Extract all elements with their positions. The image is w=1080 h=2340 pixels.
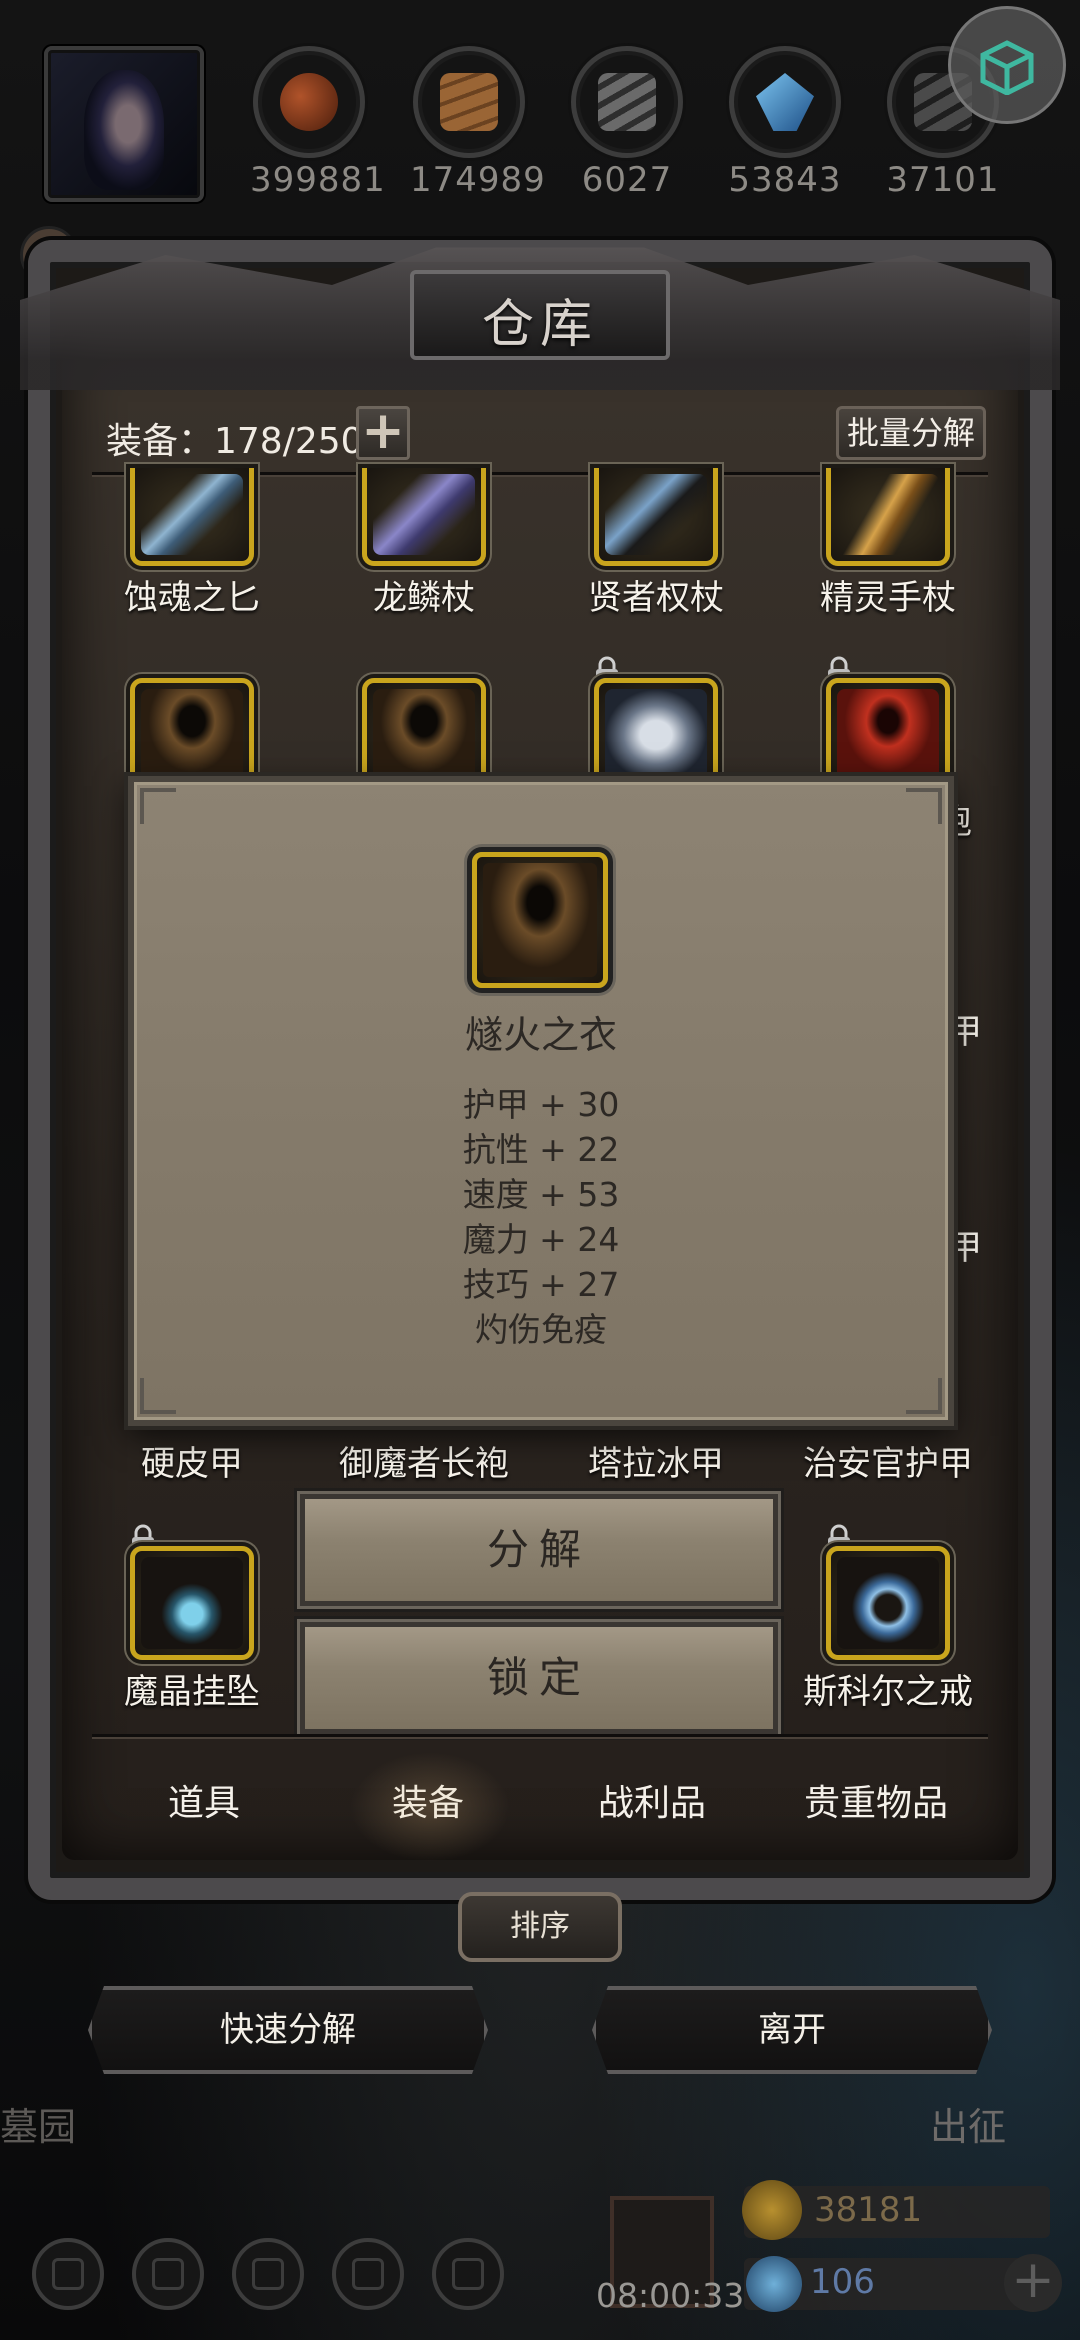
gem-value: 106 <box>810 2262 875 2302</box>
selected-item-icon <box>472 852 608 988</box>
item-slot[interactable] <box>92 678 292 792</box>
wood-icon <box>440 73 498 131</box>
resource-crystal[interactable]: 53843 <box>726 46 844 200</box>
item-name: 贤者权杖 <box>588 578 724 618</box>
settings-icon <box>32 2238 104 2310</box>
gold-value: 38181 <box>814 2190 923 2230</box>
gold-coin-icon <box>742 2180 802 2240</box>
item-slot[interactable]: 精灵手杖 <box>788 468 988 619</box>
castle-icon <box>232 2238 304 2310</box>
resource-value: 399881 <box>250 160 386 200</box>
item-slot[interactable]: 魔晶挂坠 <box>92 1524 292 1713</box>
item-slot[interactable]: 御魔者长袍 <box>324 1432 524 1485</box>
tab-loot[interactable]: 战利品 <box>540 1774 764 1826</box>
resource-iron[interactable]: 6027 <box>568 46 686 200</box>
dagger-icon <box>141 474 243 555</box>
stat-line: 技巧 + 27 <box>462 1265 620 1304</box>
panel-title: 仓库 <box>481 295 598 355</box>
resource-wood[interactable]: 174989 <box>410 46 546 200</box>
pendant-icon <box>141 1557 243 1649</box>
add-currency-icon: + <box>1004 2254 1062 2312</box>
tab-valuables[interactable]: 贵重物品 <box>764 1774 988 1826</box>
stat-line: 魔力 + 24 <box>462 1220 620 1259</box>
wand-icon <box>837 474 939 555</box>
item-slot[interactable]: 袍 <box>788 656 988 842</box>
march-label: 出征 <box>930 2105 1007 2149</box>
item-slot[interactable]: 斯科尔之戒 <box>788 1524 988 1713</box>
selected-item-name: 燧火之衣 <box>464 1013 617 1057</box>
item-stats: 护甲 + 30 抗性 + 22 速度 + 53 魔力 + 24 技巧 + 27 … <box>134 1082 948 1352</box>
card-corner <box>906 788 942 824</box>
staff-icon <box>373 474 475 555</box>
red-robe-icon <box>837 689 939 781</box>
item-name: 御魔者长袍 <box>339 1444 509 1484</box>
resource-value: 174989 <box>410 160 546 200</box>
item-slot[interactable]: 硬皮甲 <box>92 1432 292 1485</box>
meat-icon <box>280 73 338 131</box>
crystal-icon <box>756 73 814 131</box>
mail-icon <box>332 2238 404 2310</box>
item-name: 治安官护甲 <box>803 1444 973 1484</box>
item-tooltip-card: 燧火之衣 护甲 + 30 抗性 + 22 速度 + 53 魔力 + 24 技巧 … <box>128 776 954 1426</box>
stat-line: 灼伤免疫 <box>475 1310 607 1349</box>
resource-meat[interactable]: 399881 <box>250 46 386 200</box>
tab-items[interactable]: 道具 <box>92 1774 316 1826</box>
card-corner <box>906 1378 942 1414</box>
iron-icon <box>598 73 656 131</box>
resource-value: 37101 <box>886 160 1000 200</box>
item-name: 精灵手杖 <box>820 578 956 618</box>
resource-value: 53843 <box>728 160 842 200</box>
item-slot[interactable]: 贤者权杖 <box>556 468 756 619</box>
cube-icon <box>980 40 1034 95</box>
stat-line: 抗性 + 22 <box>462 1130 620 1169</box>
item-name: 斯科尔之戒 <box>803 1672 973 1712</box>
item-slot[interactable]: 塔拉冰甲 <box>556 1432 756 1485</box>
tab-equipment[interactable]: 装备 <box>316 1774 540 1826</box>
bulk-decompose-button[interactable]: 批量分解 <box>836 406 986 460</box>
scepter-icon <box>605 474 707 555</box>
cube-nav-icon <box>432 2238 504 2310</box>
hero-portrait <box>84 70 164 190</box>
player-avatar[interactable] <box>44 46 204 202</box>
ring-icon <box>837 1557 939 1649</box>
expand-capacity-button[interactable]: + <box>356 405 410 460</box>
garden-label: 墓园 <box>0 2105 77 2149</box>
item-slot[interactable] <box>324 678 524 792</box>
equipment-capacity: 装备：178/250 <box>106 421 364 462</box>
item-slot[interactable]: 龙鳞杖 <box>324 468 524 619</box>
decompose-button[interactable]: 分解 <box>300 1494 778 1606</box>
item-name: 塔拉冰甲 <box>588 1444 724 1484</box>
item-slot[interactable]: 蚀魂之匕 <box>92 468 292 619</box>
leave-button[interactable]: 离开 <box>592 1986 992 2074</box>
gem-icon <box>746 2256 802 2312</box>
item-slot[interactable] <box>556 656 756 792</box>
sort-button[interactable]: 排序 <box>458 1892 622 1962</box>
armor-icon <box>605 689 707 781</box>
item-name: 硬皮甲 <box>141 1444 243 1484</box>
stat-line: 速度 + 53 <box>462 1175 620 1214</box>
robe-icon <box>373 689 475 781</box>
robe-icon <box>141 689 243 781</box>
quick-decompose-button[interactable]: 快速分解 <box>88 1986 488 2074</box>
item-name: 蚀魂之匕 <box>124 578 260 618</box>
floating-cube-button[interactable] <box>948 6 1066 124</box>
divider <box>92 1734 988 1737</box>
item-name: 龙鳞杖 <box>373 578 475 618</box>
item-name: 魔晶挂坠 <box>124 1672 260 1712</box>
robe-icon <box>483 863 597 977</box>
category-tabs: 道具 装备 战利品 贵重物品 <box>92 1774 988 1844</box>
card-corner <box>140 788 176 824</box>
lock-button[interactable]: 锁定 <box>300 1622 778 1734</box>
star-icon <box>132 2238 204 2310</box>
stat-line: 护甲 + 30 <box>462 1085 620 1124</box>
resource-value: 6027 <box>581 160 673 200</box>
item-slot[interactable]: 治安官护甲 <box>788 1432 988 1485</box>
card-corner <box>140 1378 176 1414</box>
gift-timer: 08:00:33 <box>596 2276 745 2315</box>
